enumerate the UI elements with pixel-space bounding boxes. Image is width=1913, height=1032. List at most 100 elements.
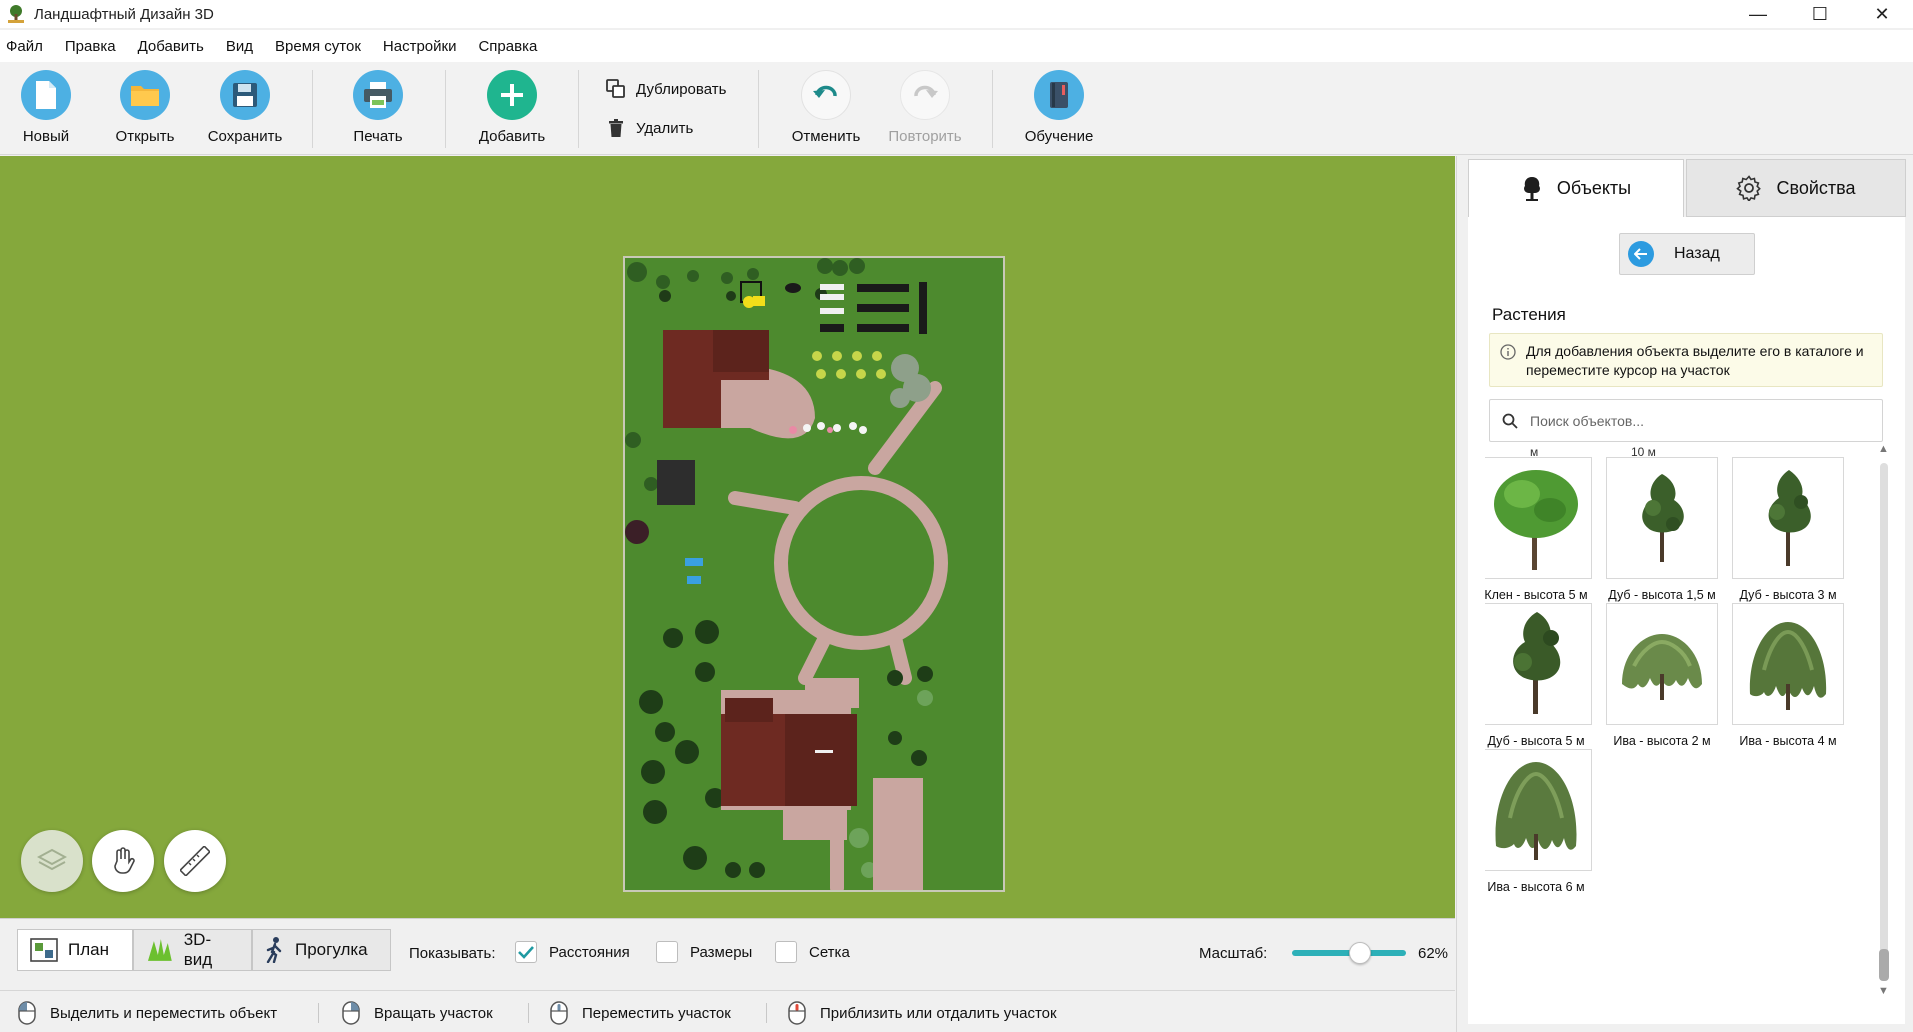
show-label: Показывать:: [409, 945, 496, 962]
scale-label: Масштаб:: [1199, 945, 1268, 962]
item-name: Ива - высота 4 м: [1739, 734, 1837, 748]
oak-tree-thumbnail: [1732, 457, 1844, 579]
catalog-item-oak-3m[interactable]: Дуб - высота 3 м: [1725, 457, 1851, 604]
ruler-tool-button[interactable]: [164, 830, 226, 892]
layers-tool-button[interactable]: [21, 830, 83, 892]
tab-objects[interactable]: Объекты: [1468, 159, 1684, 217]
catalog-item-maple-5m[interactable]: Клен - высота 5 м: [1485, 457, 1599, 604]
toolbar: Новый Открыть Сохранить Печать Добавить …: [0, 62, 1913, 155]
tab-plan[interactable]: План: [17, 929, 133, 971]
status-bar: Выделить и переместить объект Вращать уч…: [0, 990, 1455, 1032]
item-name: Дуб - высота 3 м: [1739, 588, 1837, 602]
grid-label: Сетка: [809, 943, 850, 961]
maximize-button[interactable]: ☐: [1789, 0, 1851, 28]
tab-walk[interactable]: Прогулка: [252, 929, 391, 971]
hint-select-move: Выделить и переместить объект: [18, 1001, 277, 1025]
menu-time-of-day[interactable]: Время суток: [275, 38, 361, 55]
menu-file[interactable]: Файл: [6, 38, 43, 55]
garden-plot[interactable]: [623, 256, 1005, 895]
search-input[interactable]: [1530, 412, 1860, 429]
tab-properties[interactable]: Свойства: [1686, 159, 1906, 217]
undo-button[interactable]: Отменить: [776, 70, 876, 152]
plan-canvas[interactable]: [0, 156, 1455, 918]
menu-help[interactable]: Справка: [478, 38, 537, 55]
hint-move-text: Переместить участок: [582, 1004, 731, 1022]
pan-tool-button[interactable]: [92, 830, 154, 892]
redo-icon: [900, 70, 950, 120]
hint-zoom-text: Приблизить или отдалить участок: [820, 1004, 1057, 1022]
tutorial-button[interactable]: Обучение: [1009, 70, 1109, 152]
item-name: Клен - высота 5 м: [1485, 588, 1588, 602]
menu-add[interactable]: Добавить: [138, 38, 204, 55]
catalog-item-oak-1-5m[interactable]: Дуб - высота 1,5 м: [1599, 457, 1725, 604]
search-box[interactable]: [1489, 399, 1883, 442]
catalog-scrollbar[interactable]: ▲ ▼: [1875, 443, 1893, 1021]
duplicate-button[interactable]: Дублировать: [606, 79, 726, 99]
item-name: Ива - высота 6 м: [1487, 880, 1585, 894]
scroll-up-arrow-icon[interactable]: ▲: [1878, 443, 1889, 455]
scale-value: 62%: [1418, 945, 1449, 962]
catalog-item-willow-2m[interactable]: Ива - высота 2 м: [1599, 603, 1725, 750]
menu-edit[interactable]: Правка: [65, 38, 116, 55]
mouse-scroll-icon: [788, 1001, 806, 1025]
willow-tree-thumbnail: [1485, 749, 1592, 871]
minimize-button[interactable]: —: [1727, 0, 1789, 28]
layers-icon: [37, 848, 67, 871]
checkbox-empty-icon: [656, 941, 678, 963]
new-button[interactable]: Новый: [0, 70, 96, 152]
view-bar: План 3D-вид Прогулка Показывать: Расстоя…: [0, 918, 1455, 978]
save-button[interactable]: Сохранить: [195, 70, 295, 152]
new-label: Новый: [22, 128, 70, 145]
back-label: Назад: [1674, 245, 1720, 262]
gear-icon: [1736, 175, 1762, 201]
title-bar: Ландшафтный Дизайн 3D — ☐ ✕: [0, 0, 1913, 28]
info-hint: Для добавления объекта выделите его в ка…: [1489, 333, 1883, 387]
catalog-item-willow-6m[interactable]: Ива - высота 6 м: [1485, 749, 1599, 896]
add-button[interactable]: Добавить: [462, 70, 562, 152]
scale-slider-handle[interactable]: [1349, 942, 1371, 964]
objects-panel: Объекты Свойства Назад Растения Для доба…: [1456, 156, 1913, 1032]
menu-settings[interactable]: Настройки: [383, 38, 457, 55]
print-button[interactable]: Печать: [328, 70, 428, 152]
mouse-middle-click-icon: [550, 1001, 568, 1025]
scrollbar-thumb[interactable]: [1879, 949, 1889, 981]
back-button[interactable]: Назад: [1619, 233, 1755, 275]
mouse-left-click-icon: [18, 1001, 36, 1025]
maple-tree-thumbnail: [1485, 457, 1592, 579]
scroll-down-arrow-icon[interactable]: ▼: [1878, 985, 1889, 997]
menu-view[interactable]: Вид: [226, 38, 253, 55]
duplicate-label: Дублировать: [636, 80, 727, 98]
garden-plan-drawing: [625, 258, 948, 895]
folder-icon: [120, 70, 170, 120]
catalog-item-willow-4m[interactable]: Ива - высота 4 м: [1725, 603, 1851, 750]
app-logo-icon: [8, 5, 24, 23]
grid-checkbox[interactable]: Сетка: [775, 941, 850, 963]
sizes-checkbox[interactable]: Размеры: [656, 941, 752, 963]
tutorial-label: Обучение: [1024, 128, 1094, 145]
info-icon: [1500, 344, 1516, 360]
scrollbar-track[interactable]: [1880, 463, 1888, 981]
menu-bar: Файл Правка Добавить Вид Время суток Нас…: [0, 30, 1913, 62]
undo-label: Отменить: [791, 128, 861, 145]
floppy-disk-icon: [220, 70, 270, 120]
tab-walk-label: Прогулка: [295, 940, 368, 959]
new-file-icon: [21, 70, 71, 120]
tab-3d-view[interactable]: 3D-вид: [133, 929, 252, 971]
tab-objects-label: Объекты: [1556, 178, 1632, 198]
category-title: Растения: [1492, 305, 1566, 324]
tree-icon: [1523, 176, 1540, 201]
printer-icon: [353, 70, 403, 120]
redo-button[interactable]: Повторить: [875, 70, 975, 152]
distances-checkbox[interactable]: Расстояния: [515, 941, 630, 963]
catalog-item-oak-5m[interactable]: Дуб - высота 5 м: [1485, 603, 1599, 750]
open-button[interactable]: Открыть: [95, 70, 195, 152]
delete-button[interactable]: Удалить: [606, 118, 693, 138]
hint-rotate-text: Вращать участок: [374, 1004, 493, 1022]
close-button[interactable]: ✕: [1851, 0, 1913, 28]
tab-3d-label: 3D-вид: [183, 930, 213, 969]
hint-rotate: Вращать участок: [342, 1001, 493, 1025]
objects-panel-body: Назад Растения Для добавления объекта вы…: [1468, 217, 1905, 1024]
window-title: Ландшафтный Дизайн 3D: [34, 5, 214, 23]
item-name: Дуб - высота 1,5 м: [1608, 588, 1716, 602]
grass-3d-icon: [147, 939, 172, 961]
